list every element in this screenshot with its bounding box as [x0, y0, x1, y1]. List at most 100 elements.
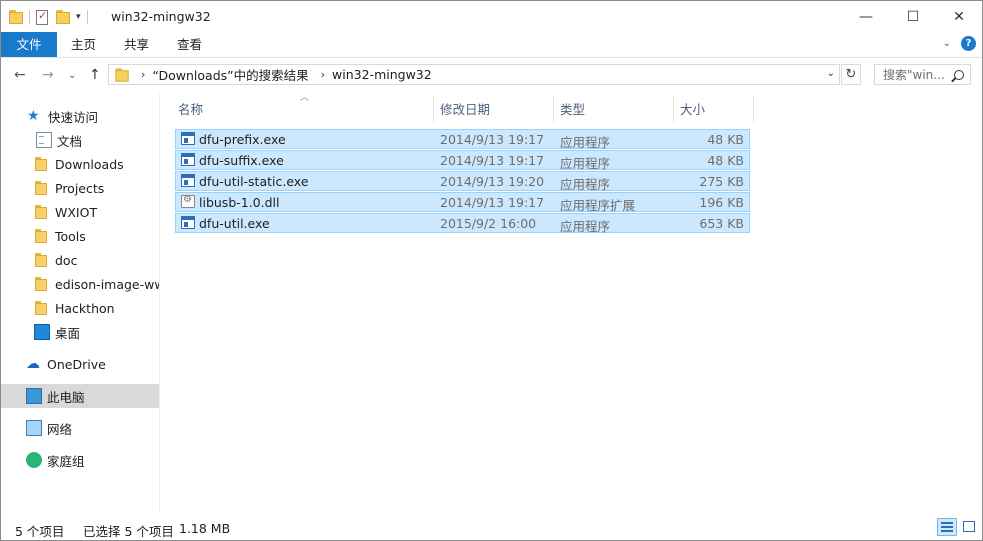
file-row[interactable]: dfu-util-static.exe 2014/9/13 19:20 应用程序… [175, 171, 750, 192]
forward-arrow-icon[interactable]: → [42, 67, 54, 83]
column-divider[interactable] [433, 96, 434, 122]
nav-homegroup[interactable]: 家庭组 [1, 448, 159, 472]
nav-quick-access[interactable]: ★ 快速访问 [1, 104, 159, 128]
desktop-icon [34, 324, 50, 340]
nav-onedrive[interactable]: ☁ OneDrive [1, 352, 159, 376]
search-input[interactable]: 搜索"win... [874, 64, 971, 85]
column-header-type[interactable]: 类型 [560, 93, 670, 124]
nav-item-label: Tools [55, 228, 86, 244]
file-row[interactable]: dfu-prefix.exe 2014/9/13 19:17 应用程序 48 K… [175, 129, 750, 150]
column-header-name[interactable]: 名称 [178, 93, 433, 124]
folder-icon [34, 228, 50, 244]
breadcrumb-separator-icon[interactable]: › [141, 68, 145, 81]
nav-item-label: 文档 [57, 133, 83, 149]
file-date: 2015/9/2 16:00 [440, 216, 537, 231]
refresh-button[interactable]: ↻ [841, 64, 861, 85]
document-icon [36, 132, 52, 148]
homegroup-icon [26, 452, 42, 468]
breadcrumb-search-results[interactable]: “Downloads”中的搜索结果 [152, 65, 308, 84]
file-size: 275 KB [699, 174, 744, 189]
expand-ribbon-chevron-icon[interactable]: ⌄ [943, 38, 951, 49]
back-arrow-icon[interactable]: ← [14, 67, 26, 83]
nav-desktop[interactable]: 桌面 [1, 320, 159, 344]
nav-this-pc[interactable]: 此电脑 [1, 384, 159, 408]
file-row[interactable]: dfu-suffix.exe 2014/9/13 19:17 应用程序 48 K… [175, 150, 750, 171]
file-date: 2014/9/13 19:17 [440, 195, 545, 210]
maximize-button[interactable]: ☐ [890, 1, 936, 32]
status-bar: 5 个项目 已选择 5 个项目 1.18 MB [1, 515, 982, 540]
explorer-window: ▾ win32-mingw32 — ☐ ✕ 文件 主页 共享 查看 ⌄ ? ← … [0, 0, 983, 541]
navigation-bar: ← → ⌄ ↑ › “Downloads”中的搜索结果 › win32-ming… [1, 58, 982, 93]
search-icon[interactable] [954, 69, 964, 80]
breadcrumb-current-folder[interactable]: win32-mingw32 [332, 67, 432, 82]
selected-count: 已选择 5 个项目 [83, 524, 174, 539]
column-divider[interactable] [673, 96, 674, 122]
new-folder-icon[interactable] [56, 9, 70, 25]
file-size: 196 KB [699, 195, 744, 210]
file-size: 48 KB [707, 153, 744, 168]
nav-item-label: Hackthon [55, 300, 115, 316]
help-icon[interactable]: ? [961, 36, 976, 51]
item-count: 5 个项目 [15, 524, 65, 539]
nav-edison-image[interactable]: edison-image-ww [1, 272, 160, 296]
computer-icon [26, 388, 42, 404]
details-view-icon[interactable] [937, 518, 957, 536]
recent-locations-chevron-icon[interactable]: ⌄ [68, 70, 76, 81]
nav-item-label: OneDrive [47, 356, 106, 372]
nav-item-label: 网络 [47, 421, 73, 437]
quick-access-toolbar: ▾ [9, 8, 94, 26]
column-divider[interactable] [753, 96, 754, 122]
nav-downloads[interactable]: Downloads 📌 [1, 152, 159, 176]
file-name: dfu-util-static.exe [199, 174, 309, 189]
column-header-date[interactable]: 修改日期 [440, 93, 552, 124]
file-date: 2014/9/13 19:17 [440, 132, 545, 147]
minimize-button[interactable]: — [843, 1, 889, 32]
exe-file-icon [181, 153, 195, 166]
nav-projects[interactable]: Projects 📌 [1, 176, 159, 200]
address-dropdown-chevron-icon[interactable]: ⌄ [827, 68, 835, 79]
nav-item-label: WXIOT [55, 204, 98, 220]
file-row[interactable]: dfu-util.exe 2015/9/2 16:00 应用程序 653 KB [175, 213, 750, 234]
file-list: ︿ 名称 修改日期 类型 大小 dfu-prefix.exe 2014/9/13… [160, 93, 982, 514]
navigation-pane: ★ 快速访问 文档 📌 Downloads 📌 Projects 📌 WXIOT… [1, 93, 160, 514]
file-name: libusb-1.0.dll [199, 195, 280, 210]
nav-item-label: 此电脑 [47, 389, 85, 405]
nav-item-label: 家庭组 [47, 453, 85, 469]
column-header-label: 名称 [178, 102, 204, 117]
nav-hackthon[interactable]: Hackthon [1, 296, 159, 320]
file-date: 2014/9/13 19:17 [440, 153, 545, 168]
folder-icon [34, 204, 50, 220]
nav-item-label: edison-image-ww [55, 276, 160, 292]
exe-file-icon [181, 132, 195, 145]
close-button[interactable]: ✕ [936, 1, 982, 32]
tab-file[interactable]: 文件 [1, 32, 57, 57]
exe-file-icon [181, 216, 195, 229]
up-arrow-icon[interactable]: ↑ [89, 67, 101, 83]
address-bar[interactable]: › “Downloads”中的搜索结果 › win32-mingw32 ⌄ [108, 64, 840, 85]
large-icons-view-icon[interactable] [959, 518, 979, 536]
nav-network[interactable]: 网络 [1, 416, 159, 440]
nav-tools[interactable]: Tools 📌 [1, 224, 159, 248]
file-type: 应用程序 [560, 156, 611, 171]
file-type: 应用程序 [560, 135, 611, 150]
tab-share[interactable]: 共享 [113, 32, 160, 57]
column-header-label: 类型 [560, 102, 586, 117]
file-size: 653 KB [699, 216, 744, 231]
tab-home[interactable]: 主页 [60, 32, 107, 57]
tab-view[interactable]: 查看 [166, 32, 213, 57]
nav-documents[interactable]: 文档 📌 [1, 128, 159, 152]
properties-icon[interactable] [36, 9, 48, 25]
file-name: dfu-util.exe [199, 216, 270, 231]
folder-icon[interactable] [9, 9, 23, 25]
column-divider[interactable] [553, 96, 554, 122]
nav-item-label: doc [55, 252, 78, 268]
nav-item-label: 快速访问 [48, 109, 99, 125]
folder-icon [34, 276, 50, 292]
ribbon-tabs: 文件 主页 共享 查看 ⌄ ? [1, 32, 982, 58]
breadcrumb-separator-icon[interactable]: › [321, 68, 325, 81]
file-row[interactable]: libusb-1.0.dll 2014/9/13 19:17 应用程序扩展 19… [175, 192, 750, 213]
customize-toolbar-dropdown-icon[interactable]: ▾ [76, 12, 81, 22]
nav-wxiot[interactable]: WXIOT 📌 [1, 200, 159, 224]
column-header-size[interactable]: 大小 [680, 93, 750, 124]
nav-doc[interactable]: doc [1, 248, 159, 272]
